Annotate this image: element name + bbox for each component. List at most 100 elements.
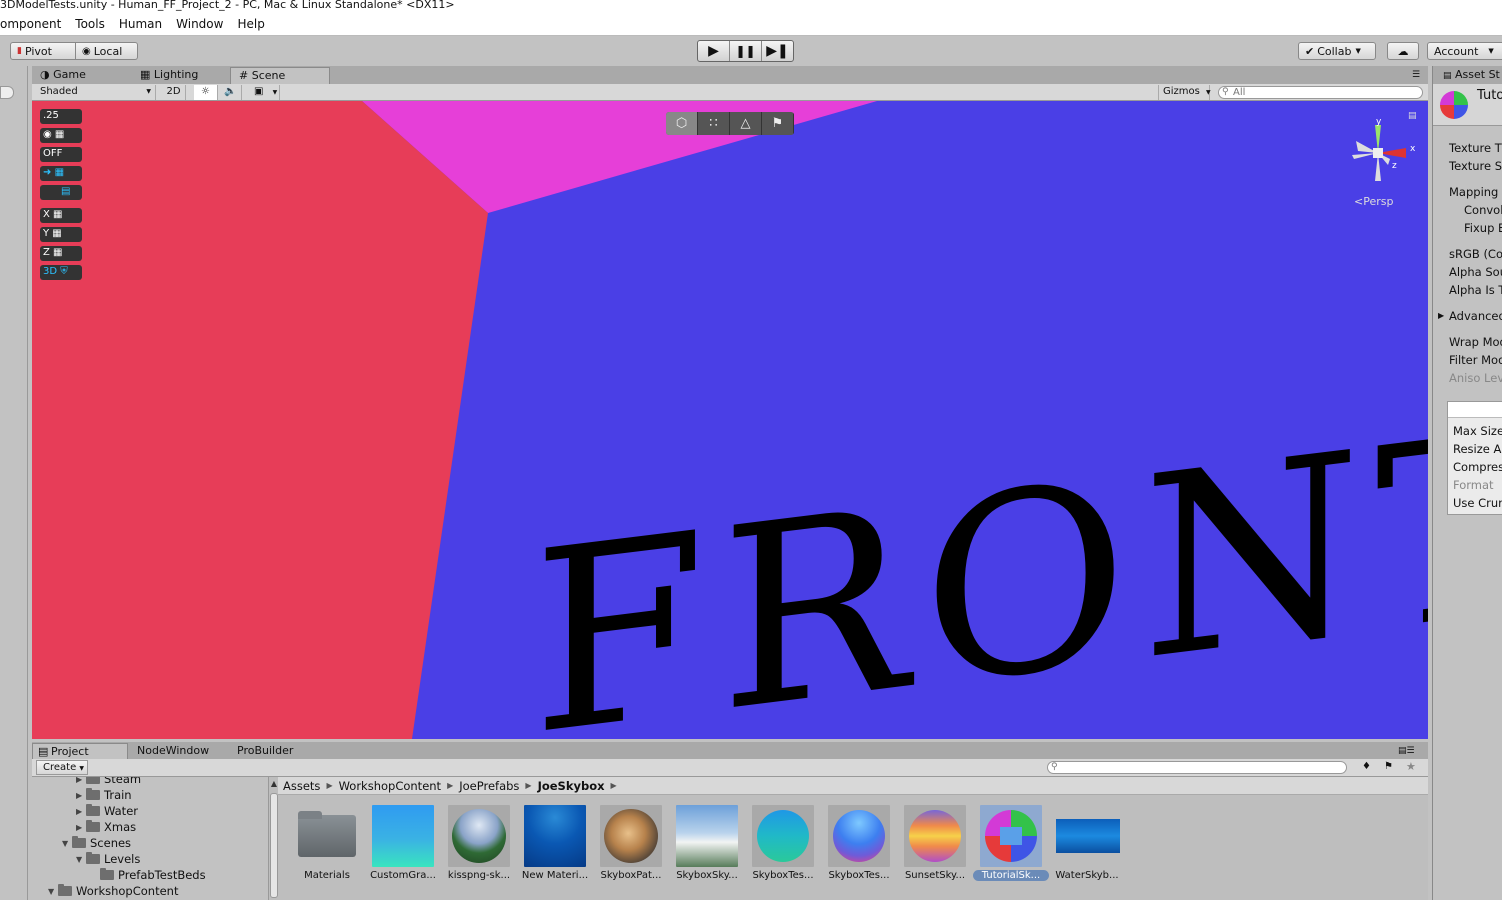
tree-item-workshopcontent[interactable]: ▼ WorkshopContent (48, 883, 178, 899)
tree-item-prefabtestbeds[interactable]: PrefabTestBeds (90, 867, 206, 883)
tag-icon[interactable]: ⚑ (1384, 761, 1393, 772)
breadcrumb-joeskybox[interactable]: JoeSkybox (538, 779, 605, 793)
menu-human[interactable]: Human (112, 17, 169, 31)
compression-label: Compres (1453, 460, 1502, 474)
breadcrumb-assets[interactable]: Assets (283, 779, 320, 793)
asset-item[interactable]: SkyboxTes... (745, 805, 821, 887)
menu-window[interactable]: Window (169, 17, 230, 31)
z-axis-toggle[interactable]: Z ▦ (40, 246, 82, 261)
create-button[interactable]: Create ▼ (36, 760, 88, 775)
tab-scene[interactable]: # Scene (230, 67, 330, 84)
snap-increment[interactable]: .25 (40, 109, 82, 124)
move-snap-toggle[interactable]: ➜ ▦ (40, 166, 82, 181)
shading-mode-dropdown[interactable]: Shaded ▼ (34, 85, 156, 100)
tree-item-water[interactable]: ▶ Water (76, 803, 138, 819)
projection-toggle[interactable]: <Persp (1354, 195, 1393, 208)
tree-item-scenes[interactable]: ▼ Scenes (62, 835, 131, 851)
object-mode-button[interactable]: ⬡ (666, 112, 698, 135)
menu-component[interactable]: omponent (0, 17, 68, 31)
pause-button[interactable]: ❚❚ (730, 41, 762, 61)
advanced-foldout[interactable]: ▶ Advanced (1438, 309, 1502, 323)
tab-node-window[interactable]: NodeWindow (137, 743, 209, 759)
step-icon: ▶❚ (766, 43, 789, 59)
tree-item-train[interactable]: ▶ Train (76, 787, 132, 803)
gizmo-x-label: x (1410, 144, 1416, 154)
folder-icon (72, 836, 86, 848)
face-mode-button[interactable]: ⚑ (762, 112, 794, 135)
tab-asset-store[interactable]: ▤ Asset St (1433, 66, 1502, 84)
audio-toggle[interactable]: 🔈 (220, 85, 242, 100)
pattern-thumbnail-icon (600, 805, 662, 867)
collapse-handle[interactable] (0, 86, 14, 99)
collab-button[interactable]: ✔ Collab ▼ (1298, 42, 1376, 60)
lighting-toggle[interactable]: ☼ (194, 85, 218, 100)
vertex-mode-button[interactable]: ∷ (698, 112, 730, 135)
sphere-thumbnail-icon (980, 805, 1042, 867)
step-button[interactable]: ▶❚ (762, 41, 793, 61)
y-axis-toggle[interactable]: Y ▦ (40, 227, 82, 242)
filter-type-icon[interactable]: ♦ (1362, 761, 1371, 772)
orientation-gizmo[interactable]: y x z (1348, 115, 1428, 185)
play-button[interactable]: ▶ (698, 41, 730, 61)
gizmos-dropdown[interactable]: Gizmos ▼ (1158, 85, 1211, 100)
project-search-input[interactable]: ⚲ (1047, 761, 1347, 774)
asset-item[interactable]: SkyboxPat... (593, 805, 669, 887)
asset-item[interactable]: kisspng-sk... (441, 805, 517, 887)
collapse-arrow-icon: ▼ (76, 854, 83, 864)
aniso-level-label: Aniso Lev (1449, 371, 1502, 385)
tree-scrollbar[interactable]: ▲ (268, 777, 278, 900)
cloud-button[interactable]: ☁ (1387, 42, 1419, 60)
tree-item-steam[interactable]: ▶ Steam (76, 777, 141, 787)
local-button[interactable]: ◉ Local (76, 42, 138, 60)
pivot-button[interactable]: ▮ Pivot (10, 42, 76, 60)
scroll-thumb[interactable] (270, 793, 278, 898)
expand-arrow-icon: ▶ (76, 806, 83, 816)
tab-lighting[interactable]: ▦ Lighting (132, 67, 228, 84)
asset-item[interactable]: SkyboxSky... (669, 805, 745, 887)
tab-project[interactable]: ▤ Project (32, 743, 128, 759)
asset-item[interactable]: Materials (289, 805, 365, 887)
2d-toggle[interactable]: 2D (162, 85, 186, 100)
breadcrumb-joeprefabs[interactable]: JoePrefabs (459, 779, 519, 793)
dropdown-icon: ▼ (1488, 47, 1494, 55)
tree-item-levels[interactable]: ▼ Levels (76, 851, 140, 867)
asset-item[interactable]: WaterSkyb... (1049, 805, 1125, 887)
tab-game[interactable]: ◑ Game (32, 67, 128, 84)
water-thumbnail-icon (524, 805, 586, 867)
sphere-thumbnail-icon (752, 805, 814, 867)
sphere-thumbnail-icon (904, 805, 966, 867)
panel-lock-icon[interactable]: ▤☰ (1398, 746, 1415, 756)
lock-toggle[interactable]: ▤ (40, 185, 82, 200)
edge-mode-button[interactable]: △ (730, 112, 762, 135)
visibility-toggle[interactable]: ◉ ▦ (40, 128, 82, 143)
tab-menu-icon[interactable]: ☰ (1412, 70, 1420, 80)
folder-tab-icon: ▤ (38, 745, 49, 758)
folder-icon (100, 868, 114, 880)
snap-off-toggle[interactable]: OFF (40, 147, 82, 162)
x-axis-toggle[interactable]: X ▦ (40, 208, 82, 223)
asset-item[interactable]: CustomGra... (365, 805, 441, 887)
platform-tab[interactable] (1448, 402, 1502, 418)
tab-probuilder[interactable]: ProBuilder (237, 743, 293, 759)
cube-icon: ⬡ (675, 116, 688, 131)
asset-item[interactable]: SunsetSky... (897, 805, 973, 887)
max-size-label: Max Size (1453, 424, 1502, 438)
asset-item[interactable]: SkyboxTes... (821, 805, 897, 887)
search-icon: ⚲ (1051, 762, 1058, 772)
tree-item-xmas[interactable]: ▶ Xmas (76, 819, 136, 835)
effects-dropdown[interactable]: ▣ ▼ (250, 85, 280, 100)
scene-toolbar: Shaded ▼ 2D ☼ 🔈 ▣ ▼ Gizmos ▼ ⚲ All (32, 84, 1428, 101)
star-icon[interactable]: ★ (1406, 760, 1416, 773)
account-button[interactable]: Account ▼ (1427, 42, 1502, 60)
3d-toggle[interactable]: 3D ⛨ (40, 265, 82, 280)
scene-viewport[interactable]: FRONT .25 ◉ ▦ OFF ➜ ▦ ▤ X ▦ Y ▦ Z ▦ 3D ⛨… (32, 101, 1428, 739)
breadcrumb-sep-icon: ▶ (326, 781, 333, 790)
menu-help[interactable]: Help (230, 17, 271, 31)
breadcrumb-workshopcontent[interactable]: WorkshopContent (339, 779, 441, 793)
folder-icon (58, 884, 72, 896)
asset-item[interactable]: New Materi... (517, 805, 593, 887)
asset-item-selected[interactable]: TutorialSk... (973, 805, 1049, 887)
menu-tools[interactable]: Tools (68, 17, 112, 31)
edge-icon: △ (740, 116, 751, 131)
scene-search-input[interactable]: ⚲ All (1218, 86, 1423, 99)
